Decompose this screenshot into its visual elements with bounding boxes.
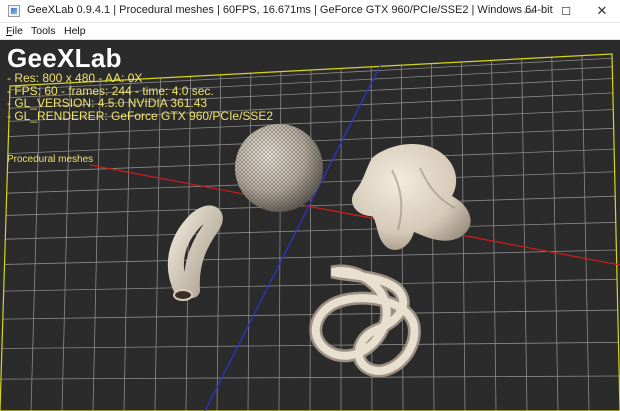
hud-overlay: GeeXLab - Res: 800 x 480 - AA: 0X - FPS:… (7, 44, 273, 122)
knot-mesh (309, 264, 421, 378)
menu-tools[interactable]: Tools (31, 25, 56, 37)
close-button[interactable]: ✕ (584, 0, 620, 23)
render-viewport[interactable]: GeeXLab - Res: 800 x 480 - AA: 0X - FPS:… (0, 40, 620, 411)
grid-line (61, 82, 71, 411)
grid-line (551, 57, 559, 411)
blob-mesh (351, 144, 471, 251)
grid-line (30, 84, 41, 411)
title-bar[interactable]: GeeXLab 0.9.4.1 | Procedural meshes | 60… (0, 0, 620, 23)
maximize-button[interactable]: ☐ (548, 0, 584, 23)
window-title: GeeXLab 0.9.4.1 | Procedural meshes | 60… (27, 4, 553, 16)
hud-line-res: - Res: 800 x 480 - AA: 0X (7, 71, 143, 85)
grid-line (278, 71, 282, 411)
menu-bar: File Tools Help (0, 23, 620, 40)
grid-line (92, 81, 101, 411)
sphere-mesh (235, 124, 323, 212)
minimize-button[interactable]: — (511, 0, 547, 23)
grid-line (581, 55, 590, 411)
grid-line (309, 69, 312, 411)
app-icon (8, 5, 20, 17)
grid-line (461, 61, 466, 411)
hud-line-gl-renderer: - GL_RENDERER: GeForce GTX 960/PCIe/SSE2 (7, 108, 274, 123)
grid-line (216, 74, 222, 411)
scene-label: Procedural meshes (7, 154, 94, 165)
grid-line (154, 77, 161, 411)
menu-help[interactable]: Help (64, 25, 86, 37)
grid-line (247, 73, 252, 411)
axis-x-red (89, 164, 620, 266)
grid-line (123, 79, 131, 411)
grid-line (521, 58, 528, 411)
grid-line (491, 60, 497, 411)
grid-line (370, 66, 373, 411)
menu-file[interactable]: File (6, 25, 23, 37)
hud-title: GeeXLab (7, 43, 122, 73)
hud-line-gl-version: - GL_VERSION: 4.5.0 NVIDIA 361.43 (7, 96, 208, 111)
